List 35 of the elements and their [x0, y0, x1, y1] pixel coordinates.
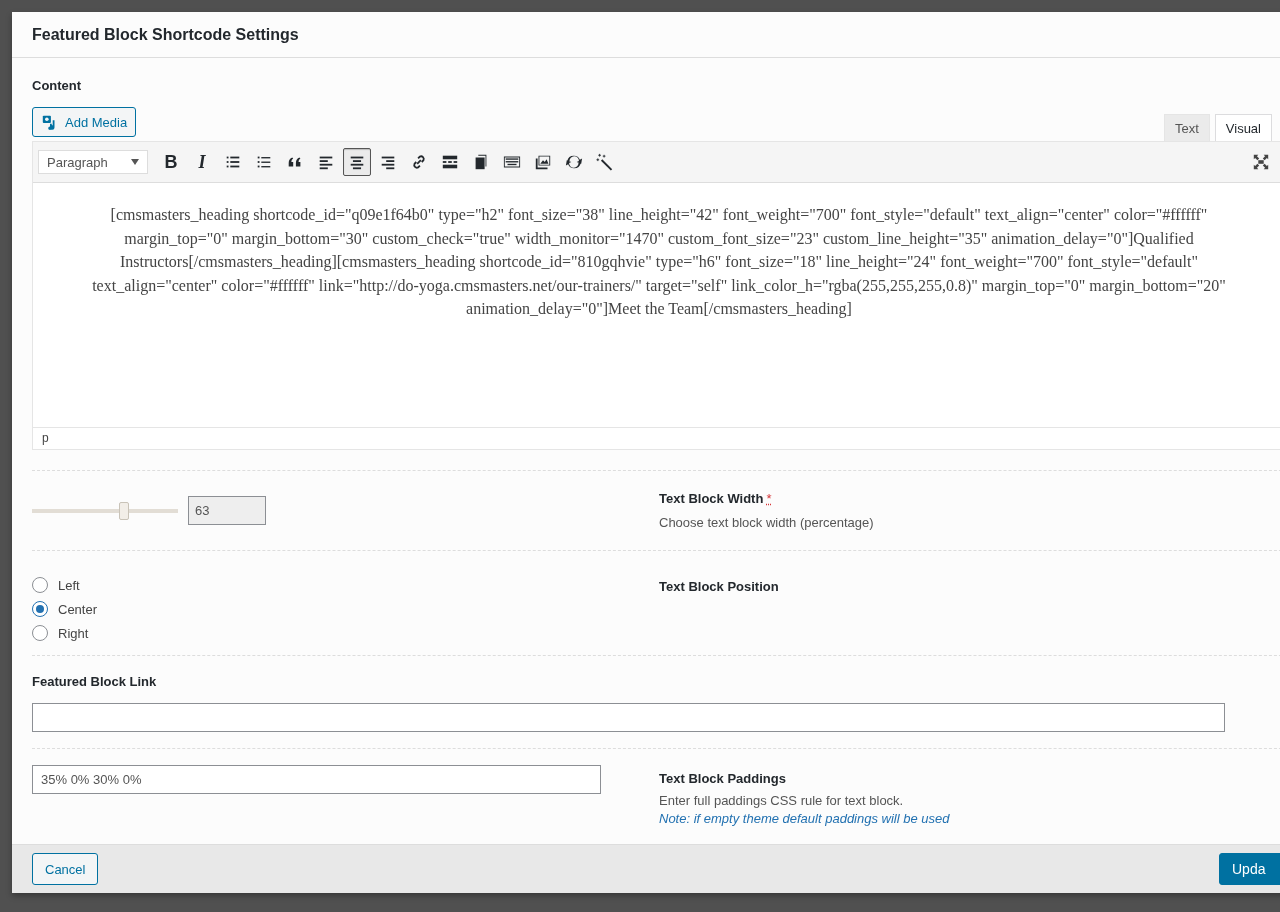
position-radio[interactable]: Right — [32, 625, 659, 641]
field-note: Note: if empty theme default paddings will be used — [659, 811, 951, 826]
shortcode-text: [cmsmasters_heading shortcode_id="q09e1f64b0" type="h2" font_size="38" line_height="42" font_weight="700" font_style="default" text_align="center" color="#ffffff" margin_top="0" margin_bottom="30" custom_check="true" width_monitor="1470" custom_font_size="23" custom_line_height="35" animation_delay="0"]Qualified Instructors[/cmsmasters_heading][cmsmasters_heading shortcode_id="810gqhvie" type="h6" font_size="18" line_height="24" font_weight="700" font_style="default" text_align="center" color="#ffffff" link="http://do-yoga.cmsmasters.net/our-trainers/" target="self" link_color_h="rgba(255,255,255,0.8)" margin_top="0" margin_bottom="20" animation_delay="0"]Meet the Team[/cmsmasters_heading] — [91, 205, 1227, 320]
add-media-button[interactable]: Add Media — [32, 107, 137, 137]
editor-tab[interactable]: Text — [1163, 114, 1210, 141]
paddings-input[interactable]: 35% 0% 30% 0% — [32, 765, 601, 794]
element-path: p — [42, 430, 49, 447]
position-radio[interactable]: Center — [32, 601, 659, 617]
required-mark: * — [766, 491, 772, 506]
field-label: Featured Block Link — [32, 674, 157, 689]
position-radio[interactable]: Left — [32, 577, 659, 593]
update-button[interactable]: Upda — [1219, 853, 1280, 885]
dialog-title: Featured Block Shortcode Settings — [32, 25, 299, 44]
field-description: Enter full paddings CSS rule for text block. — [659, 793, 905, 808]
width-input[interactable]: 63 — [188, 496, 266, 525]
slider-handle[interactable] — [118, 501, 129, 520]
format-dropdown[interactable]: Paragraph — [38, 150, 148, 174]
align-center-button[interactable] — [343, 148, 371, 176]
link-icon — [410, 153, 428, 171]
refresh-icon — [565, 153, 583, 171]
italic-button[interactable]: I — [188, 148, 216, 176]
bold-button[interactable]: B — [157, 148, 185, 176]
field-label: Text Block Position — [659, 579, 779, 594]
gallery-icon — [534, 153, 552, 171]
cancel-button[interactable]: Cancel — [32, 853, 99, 885]
link-input[interactable] — [32, 703, 1225, 732]
section-label: Content — [32, 78, 82, 93]
fullscreen-icon — [1252, 153, 1270, 171]
field-label: Text Block Width — [659, 491, 764, 506]
caret-icon — [131, 159, 139, 165]
field-label: Text Block Paddings — [659, 771, 786, 786]
wand-icon — [596, 153, 614, 171]
read-more-icon — [441, 153, 459, 171]
field-description: Choose text block width (percentage) — [659, 515, 875, 530]
editor-tab[interactable]: Visual — [1214, 114, 1272, 141]
